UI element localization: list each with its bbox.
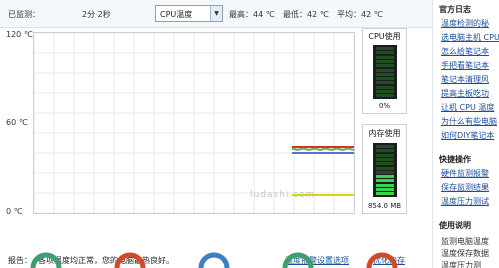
- gauge-icon: [366, 252, 398, 268]
- usage-instructions-heading: 使用说明: [439, 221, 471, 230]
- meter-segment: [376, 64, 394, 68]
- sidebar-link[interactable]: 手把看笔记本: [441, 60, 489, 71]
- meter-segment: [376, 162, 394, 166]
- meter-segment: [376, 145, 394, 148]
- instruction-text: 温度保存数据: [441, 249, 489, 258]
- meter-segment: [376, 94, 394, 98]
- meter-segment: [376, 192, 394, 196]
- cpu-usage-panel: CPU使用 0%: [362, 28, 407, 114]
- status-bar: 已监测： 2分 2秒 CPU温度 ▼ 最高：44 ℃ 最低：42 ℃ 平均：42…: [0, 0, 432, 28]
- gauge-icon: [198, 252, 230, 268]
- cpu-usage-title: CPU使用: [368, 32, 401, 41]
- temperature-chart-canvas: [33, 32, 355, 214]
- meter-segment: [376, 81, 394, 85]
- gauge-icon: [114, 252, 146, 268]
- meter-segment: [376, 72, 394, 76]
- right-sidebar: 官方日志 温度检测的秘 选电脑主机 CPU 怎么给笔记本 手把看笔记本 笔记本清…: [432, 0, 499, 268]
- meter-segment: [376, 90, 394, 93]
- official-log-heading: 官方日志: [439, 5, 471, 14]
- sidebar-link[interactable]: 为什么有些电脑: [441, 116, 497, 127]
- meter-segment: [376, 85, 394, 89]
- cpu-usage-meter: [373, 45, 397, 99]
- min-temp: 最低：42 ℃: [283, 10, 329, 19]
- meter-segment: [376, 157, 394, 161]
- gauge-icon: [30, 252, 62, 268]
- memory-usage-title: 内存使用: [368, 129, 401, 138]
- meter-segment: [376, 55, 394, 59]
- quick-action-link[interactable]: 温度压力测试: [441, 196, 489, 207]
- meter-segment: [376, 68, 394, 72]
- monitored-value: 2分 2秒: [82, 10, 111, 19]
- meter-segment: [376, 183, 394, 187]
- gauge-arc: [198, 252, 230, 268]
- temperature-chart: [33, 32, 355, 214]
- sidebar-link[interactable]: 让机 CPU 温度: [441, 102, 494, 113]
- report-label: 报告：: [8, 256, 32, 265]
- sidebar-link[interactable]: 笔记本清理风: [441, 74, 489, 85]
- sensor-select[interactable]: CPU温度 ▼: [155, 5, 223, 22]
- gauge-arc: [30, 252, 62, 268]
- meter-segment: [376, 166, 394, 170]
- instruction-text: 监测电脑温度: [441, 237, 489, 246]
- chevron-down-icon[interactable]: ▼: [210, 6, 222, 21]
- gauge-arc: [282, 252, 314, 268]
- meter-segment: [376, 47, 394, 50]
- gauge-arc: [366, 252, 398, 268]
- quick-actions-heading: 快捷操作: [439, 155, 471, 164]
- instruction-text: 温度压力测: [441, 261, 481, 268]
- sidebar-link[interactable]: 提高主板吃功: [441, 88, 489, 99]
- monitored-label: 已监测：: [8, 10, 40, 19]
- quick-action-link[interactable]: 硬件监测报警: [441, 168, 489, 179]
- sidebar-link[interactable]: 温度检测的秘: [441, 18, 489, 29]
- y-tick-label: 0 ℃: [6, 207, 23, 216]
- max-temp: 最高：44 ℃: [229, 10, 275, 19]
- meter-segment: [376, 179, 394, 183]
- gauge-icon: [282, 252, 314, 268]
- memory-usage-panel: 内存使用 854.0 MB: [362, 124, 407, 214]
- sensor-select-value: CPU温度: [160, 10, 193, 19]
- sidebar-link[interactable]: 如何DIY笔记本: [441, 130, 494, 141]
- meter-segment: [376, 188, 394, 191]
- sidebar-link[interactable]: 选电脑主机 CPU: [441, 32, 499, 43]
- memory-usage-meter: [373, 143, 397, 197]
- y-tick-label: 120 ℃: [6, 30, 33, 39]
- meter-segment: [376, 153, 394, 157]
- memory-usage-value: 854.0 MB: [367, 202, 402, 210]
- meter-segment: [376, 77, 394, 81]
- meter-segment: [376, 59, 394, 63]
- cpu-usage-value: 0%: [378, 102, 391, 110]
- watermark-text: ludashi.com: [250, 190, 316, 200]
- meter-segment: [376, 51, 394, 55]
- y-tick-label: 60 ℃: [6, 118, 28, 127]
- series-line-1: [291, 147, 355, 152]
- gauge-arc: [114, 252, 146, 268]
- quick-action-link[interactable]: 保存监测结果: [441, 182, 489, 193]
- sidebar-link[interactable]: 怎么给笔记本: [441, 46, 489, 57]
- meter-segment: [376, 149, 394, 153]
- meter-segment: [376, 175, 394, 179]
- avg-temp: 平均：42 ℃: [337, 10, 383, 19]
- meter-segment: [376, 170, 394, 174]
